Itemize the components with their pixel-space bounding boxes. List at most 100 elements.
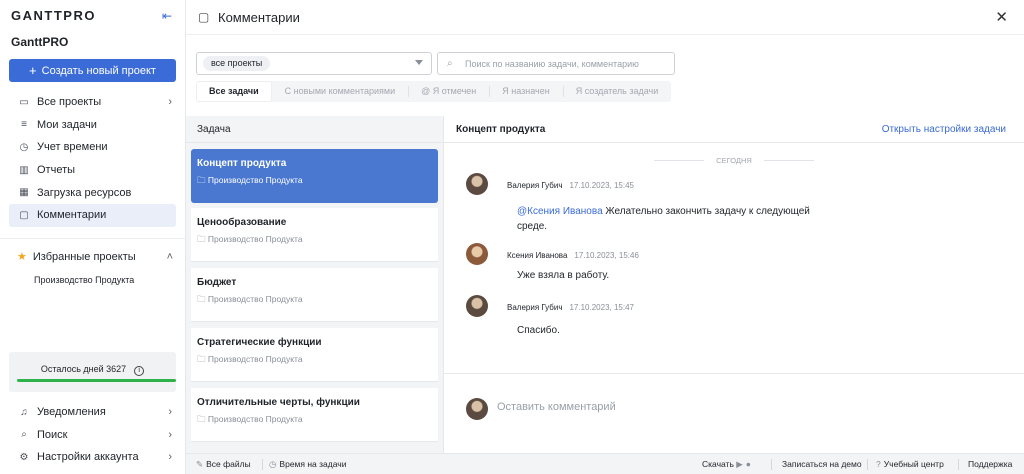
page-title: Комментарии [218, 10, 300, 25]
task-item[interactable]: Бюджет 🗀 Производство Продукта [191, 268, 438, 322]
comment-text: @Ксения Иванова Желательно закончить зад… [517, 206, 810, 232]
comment-filter-tabs: Все задачи С новыми комментариями @ Я от… [196, 81, 672, 102]
thread-title: Концепт продукта [456, 124, 546, 135]
page-header: ▢ Комментарии ✕ [186, 0, 1024, 35]
book-demo-button[interactable]: Записаться на демо [782, 459, 862, 469]
sidebar-item-label: Настройки аккаунта [37, 451, 139, 464]
search-icon: ⌕ [447, 58, 453, 69]
divider [262, 459, 263, 470]
comment-time: 17.10.2023, 15:47 [569, 303, 634, 312]
favorites-header[interactable]: ★ Избранные проекты ˄ [17, 250, 177, 264]
comment-composer[interactable]: Оставить комментарий [444, 373, 1024, 453]
task-item-selected[interactable]: Концепт продукта 🗀 Производство Продукта [191, 149, 438, 203]
task-list: Задача Концепт продукта 🗀 Производство П… [186, 116, 444, 453]
close-icon[interactable]: ✕ [995, 8, 1008, 26]
project-filter-chip: все проекты [203, 56, 271, 71]
divider [771, 459, 772, 470]
chevron-up-icon: ˄ [166, 250, 173, 263]
sidebar-item-my-tasks[interactable]: ≡ Мои задачи [9, 114, 176, 137]
avatar [466, 173, 488, 195]
favorite-project-item[interactable]: Производство Продукта [34, 275, 134, 285]
sidebar-item-label: Мои задачи [37, 118, 97, 131]
sidebar-item-label: Уведомления [37, 406, 106, 419]
avatar [466, 243, 488, 265]
sidebar-item-notifications[interactable]: ♫ Уведомления › [9, 401, 176, 424]
tab-assigned[interactable]: Я назначен [489, 81, 562, 102]
logo[interactable]: GANTTPRO [11, 8, 96, 23]
info-icon[interactable]: i [134, 366, 145, 376]
task-item[interactable]: Стратегические функции 🗀 Производство Пр… [191, 328, 438, 382]
sidebar-item-comments[interactable]: ▢ Комментарии [9, 203, 176, 227]
tab-creator[interactable]: Я создатель задачи [562, 81, 672, 102]
sidebar: GANTTPRO ⇤ GanttPRO + Создать новый прое… [0, 0, 186, 474]
task-item[interactable]: Ценообразование 🗀 Производство Продукта [191, 208, 438, 262]
main-panel: ▢ Комментарии ✕ все проекты ⌕ Поиск по н… [186, 0, 1024, 474]
task-project: 🗀 Производство Продукта [197, 294, 303, 304]
trial-panel: Осталось дней 3627 i [9, 352, 176, 392]
open-task-settings-link[interactable]: Открыть настройки задачи [882, 124, 1006, 135]
comment-input-placeholder: Оставить комментарий [497, 401, 616, 413]
sidebar-item-label: Все проекты [37, 96, 102, 109]
list-icon: ≡ [21, 119, 27, 131]
mention-link[interactable]: @Ксения Иванова [517, 206, 603, 217]
task-project: 🗀 Производство Продукта [197, 354, 303, 364]
star-icon: ★ [17, 251, 27, 263]
create-project-button[interactable]: + Создать новый проект [9, 59, 176, 82]
task-name: Ценообразование [197, 217, 287, 228]
resources-icon: ▦ [19, 187, 29, 199]
caret-down-icon [415, 60, 423, 65]
task-column-header: Задача [186, 116, 444, 143]
time-on-task-button[interactable]: ◷ Время на задачи [269, 459, 346, 470]
divider [867, 459, 868, 470]
task-project: 🗀 Производство Продукта [197, 234, 303, 244]
avatar [466, 295, 488, 317]
folder-icon: ▭ [19, 96, 29, 108]
sidebar-item-label: Учет времени [37, 141, 108, 154]
tab-all-tasks[interactable]: Все задачи [196, 81, 272, 102]
sidebar-item-all-projects[interactable]: ▭ Все проекты › [9, 91, 176, 114]
search-input[interactable]: ⌕ Поиск по названию задачи, комментарию [437, 52, 675, 75]
sidebar-item-account-settings[interactable]: ⚙ Настройки аккаунта › [9, 446, 176, 469]
task-name: Бюджет [197, 277, 237, 288]
comment-author: Валерия Губич [507, 181, 563, 190]
chevron-right-icon: › [168, 428, 172, 441]
paperclip-icon: ✎ [196, 459, 204, 469]
create-project-label: Создать новый проект [41, 64, 156, 77]
sidebar-nav: ▭ Все проекты › ≡ Мои задачи ◷ Учет врем… [9, 91, 176, 227]
thread-header: Концепт продукта Открыть настройки задач… [444, 116, 1024, 143]
clock-icon: ◷ [269, 459, 277, 469]
collapse-sidebar-icon[interactable]: ⇤ [162, 9, 176, 23]
bell-icon: ♫ [20, 406, 28, 418]
chevron-right-icon: › [168, 451, 172, 464]
sidebar-bottom-nav: ♫ Уведомления › ⌕ Поиск › ⚙ Настройки ак… [9, 401, 176, 469]
sidebar-item-reports[interactable]: ▥ Отчеты [9, 159, 176, 182]
sidebar-item-label: Поиск [37, 428, 68, 441]
tab-new-comments[interactable]: С новыми комментариями [272, 81, 408, 102]
comment-author: Валерия Губич [507, 303, 563, 312]
sidebar-item-label: Комментарии [37, 209, 107, 222]
divider [958, 459, 959, 470]
task-project: 🗀 Производство Продукта [197, 414, 303, 424]
support-button[interactable]: Поддержка [968, 459, 1012, 469]
learning-center-button[interactable]: ? Учебный центр [876, 459, 944, 469]
trial-progress-bar [17, 379, 176, 382]
task-name: Стратегические функции [197, 337, 322, 348]
download-button[interactable]: Скачать ▶ ● [702, 459, 754, 470]
sidebar-item-resource-load[interactable]: ▦ Загрузка ресурсов [9, 181, 176, 204]
play-icon: ▶ [736, 459, 743, 469]
sidebar-item-time-tracking[interactable]: ◷ Учет времени [9, 136, 176, 159]
comment-author: Ксения Иванова [507, 251, 568, 260]
all-files-button[interactable]: ✎ Все файлы [196, 459, 251, 470]
project-filter-select[interactable]: все проекты [196, 52, 432, 75]
tab-mentioned[interactable]: @ Я отмечен [408, 81, 489, 102]
gear-icon: ⚙ [19, 451, 29, 463]
comment-icon: ▢ [19, 209, 29, 221]
comment-icon: ▢ [198, 10, 210, 24]
favorites-label: Избранные проекты [32, 250, 136, 263]
comment-text: Уже взяла в работу. [517, 270, 610, 281]
footer-bar: ✎ Все файлы ◷ Время на задачи Скачать ▶ ● З… [186, 453, 1024, 474]
sidebar-item-search[interactable]: ⌕ Поиск › [9, 424, 176, 447]
comment-text: Спасибо. [517, 325, 560, 336]
chevron-right-icon: › [168, 406, 172, 419]
task-item[interactable]: Отличительные черты, функции 🗀 Производс… [191, 388, 438, 442]
